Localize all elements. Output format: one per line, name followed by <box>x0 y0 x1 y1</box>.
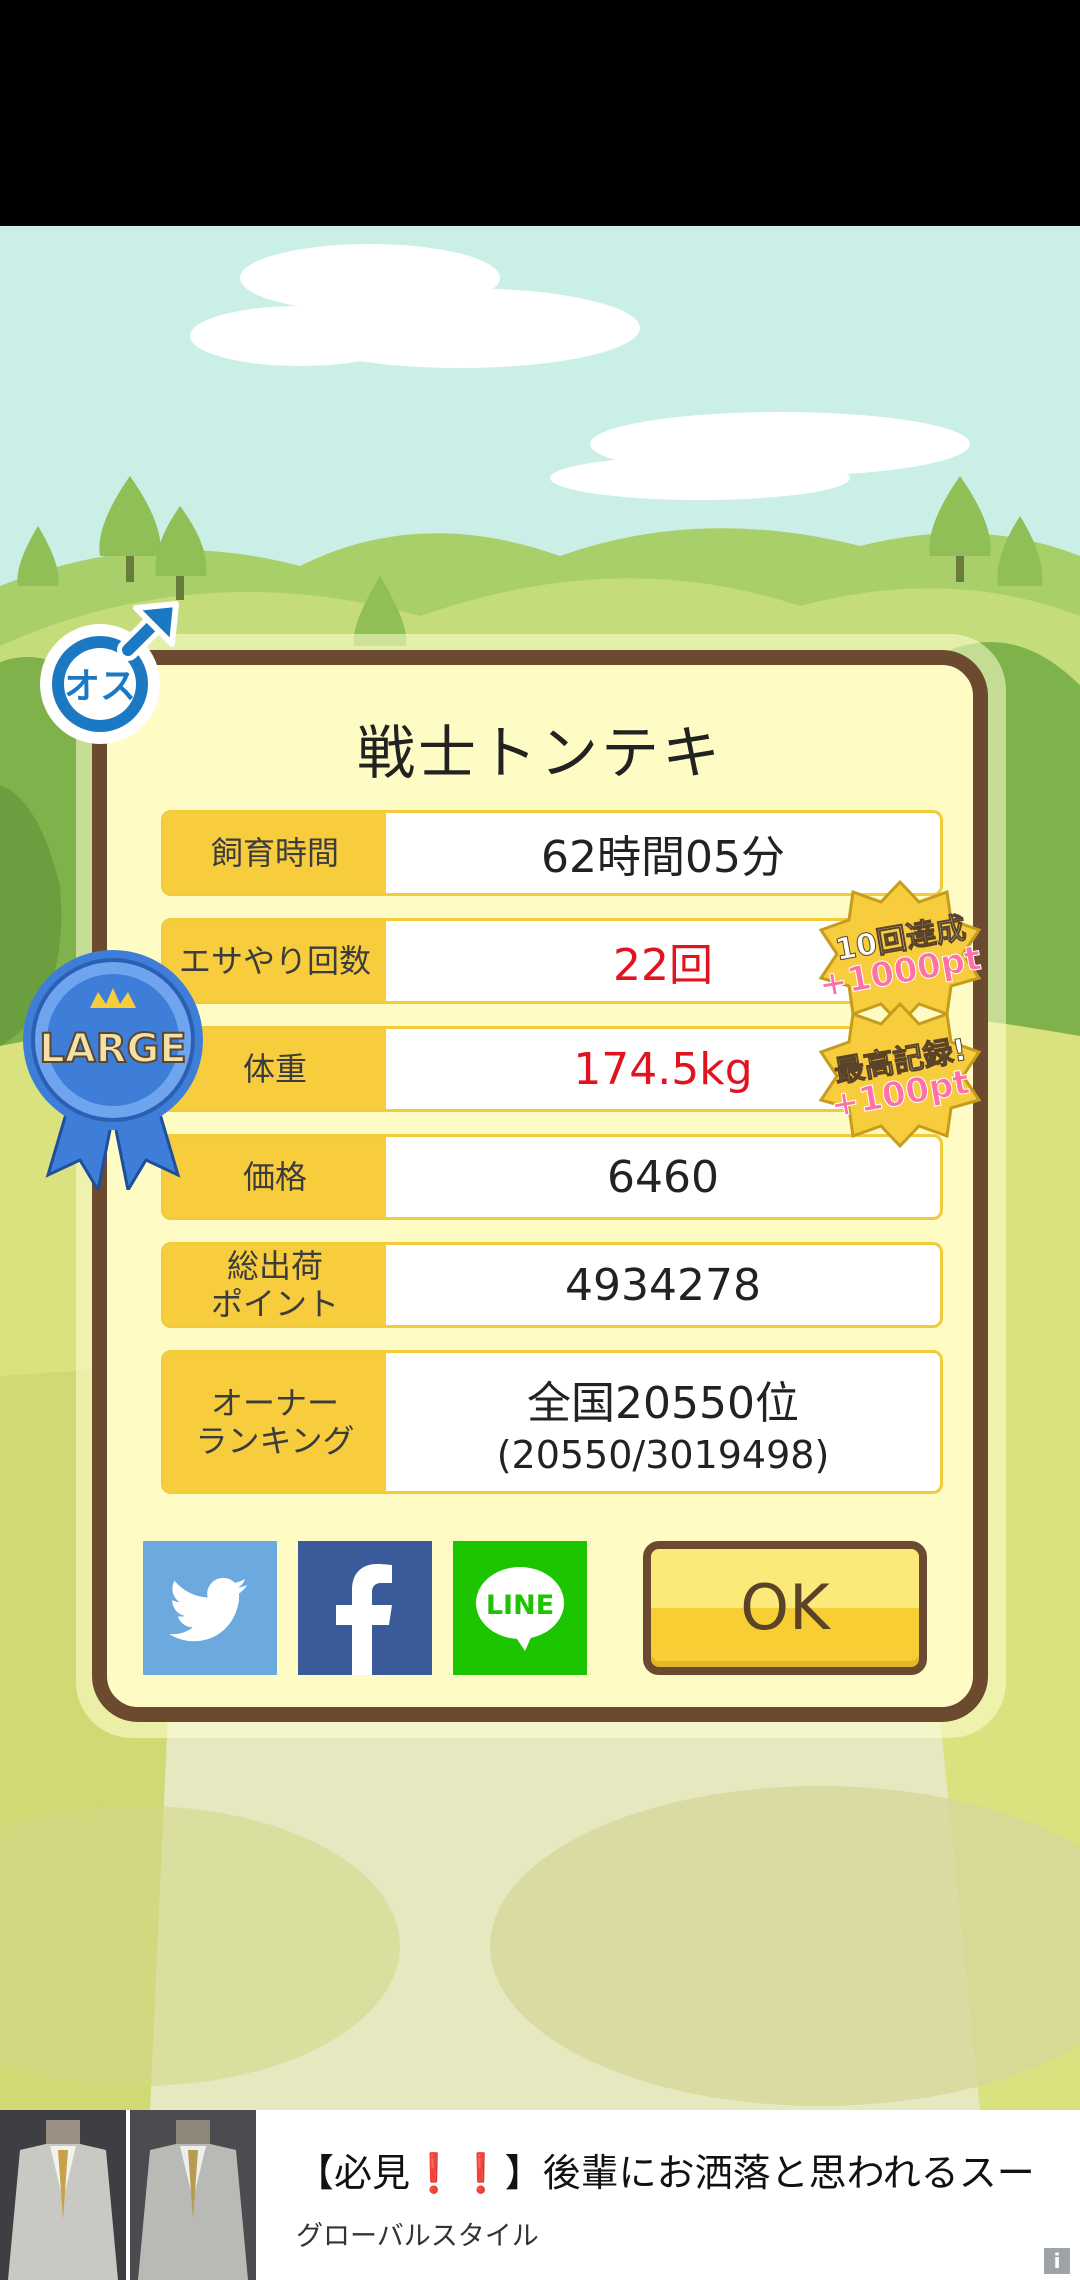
ribbon-medal-icon: LARGE <box>23 950 203 1195</box>
label-total-points-line2: ポイント <box>210 1285 339 1323</box>
label-owner-ranking: オーナー ランキング <box>164 1353 386 1491</box>
ad-banner[interactable]: 【必見❗❗】後輩にお洒落と思われるスー グローバルスタイル i <box>0 2110 1080 2280</box>
ad-title-suffix: 】後輩にお洒落と思われるスー <box>504 2151 1035 2195</box>
twitter-share-button[interactable] <box>143 1541 277 1675</box>
result-dialog: 戦士トンテキ 飼育時間 62時間05分 エサやり回数 22回 体重 174.5k… <box>92 650 988 1722</box>
value-owner-ranking: 全国20550位 (20550/3019498) <box>386 1353 940 1491</box>
line-label: LINE <box>486 1590 554 1621</box>
size-label: LARGE <box>39 1026 186 1072</box>
label-total-points: 総出荷 ポイント <box>164 1245 386 1325</box>
facebook-f-icon <box>336 1564 392 1675</box>
ranking-rank: 全国20550位 <box>527 1378 799 1429</box>
ok-button[interactable]: OK <box>643 1541 927 1675</box>
large-size-medal: LARGE <box>18 940 208 1195</box>
male-gender-badge: オス <box>36 592 196 752</box>
label-owner-ranking-line2: ランキング <box>195 1422 355 1460</box>
ok-label: OK <box>740 1571 830 1644</box>
bonus-badge-weight-record: 最高記録! +100pt <box>815 1000 985 1150</box>
row-total-points: 総出荷 ポイント 4934278 <box>161 1242 943 1328</box>
label-owner-ranking-line1: オーナー <box>210 1383 339 1422</box>
ad-image-suit-2[interactable] <box>130 2110 256 2280</box>
pig-name-title: 戦士トンテキ <box>356 719 723 787</box>
label-breeding-time: 飼育時間 <box>164 813 386 893</box>
ad-source: グローバルスタイル <box>296 2221 539 2252</box>
facebook-share-button[interactable] <box>298 1541 432 1675</box>
status-bar <box>0 0 1080 226</box>
value-total-points: 4934278 <box>565 1259 761 1311</box>
ad-title[interactable]: 【必見❗❗】後輩にお洒落と思われるスー <box>296 2142 1035 2197</box>
twitter-bird-icon <box>169 1577 247 1642</box>
label-total-points-line1: 総出荷 <box>226 1246 323 1285</box>
ad-title-prefix: 【必見 <box>296 2151 411 2195</box>
ad-title-marks: ❗❗ <box>410 2151 505 2195</box>
male-symbol-icon: オス <box>40 601 179 744</box>
gender-label: オス <box>64 666 136 707</box>
row-owner-ranking: オーナー ランキング 全国20550位 (20550/3019498) <box>161 1350 943 1494</box>
ranking-detail: (20550/3019498) <box>496 1433 830 1477</box>
ad-info-icon[interactable]: i <box>1044 2248 1070 2274</box>
line-share-button[interactable]: LINE <box>453 1541 587 1675</box>
line-speech-icon: LINE <box>476 1567 564 1651</box>
ad-image-suit-1[interactable] <box>0 2110 126 2280</box>
